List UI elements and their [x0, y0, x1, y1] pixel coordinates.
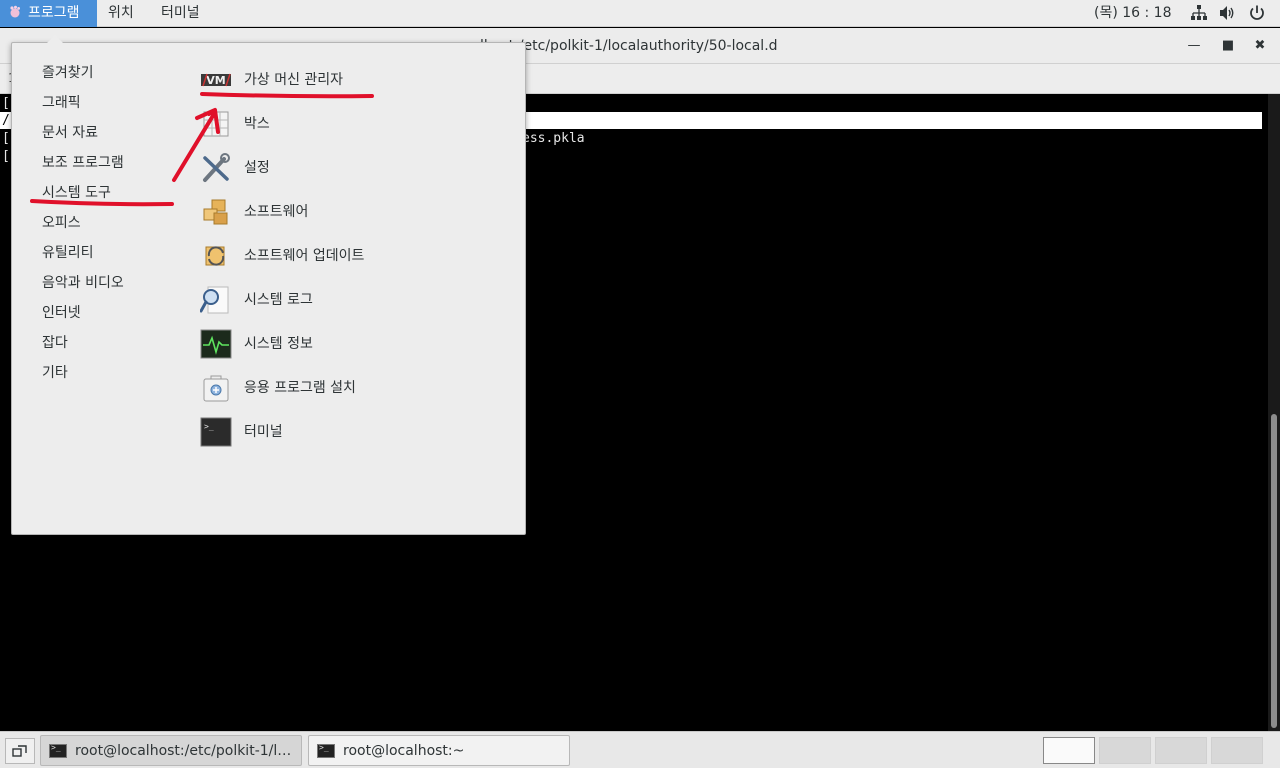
svg-text:VM: VM — [206, 74, 225, 87]
workspace-2[interactable] — [1099, 737, 1151, 764]
app-label: 박스 — [244, 116, 270, 132]
category-accessories[interactable]: 보조 프로그램 — [42, 151, 124, 175]
app-boxes[interactable]: 박스 — [200, 107, 510, 141]
app-label: 소프트웨어 업데이트 — [244, 248, 365, 264]
app-settings[interactable]: 설정 — [200, 151, 510, 185]
taskbar-item-label: root@localhost:/etc/polkit-1/localauthor… — [75, 743, 297, 759]
terminal-icon: >_ — [200, 417, 232, 447]
terminal-line: [ — [2, 149, 10, 164]
settings-icon — [203, 153, 230, 182]
app-system-log[interactable]: 시스템 로그 — [200, 283, 510, 317]
app-menu-terminal[interactable]: 터미널 — [151, 0, 210, 27]
category-documents[interactable]: 문서 자료 — [42, 121, 98, 145]
app-install-icon — [203, 375, 229, 402]
boxes-icon — [203, 111, 229, 137]
category-favorites[interactable]: 즐겨찾기 — [42, 61, 94, 85]
app-software-update[interactable]: 소프트웨어 업데이트 — [200, 239, 510, 273]
terminal-line: / — [2, 113, 10, 128]
terminal-filename-fragment: ess.pkla — [522, 131, 585, 146]
app-label: 설정 — [244, 160, 270, 176]
applications-menu-label: 프로그램 — [28, 5, 80, 21]
terminal-line: [ — [2, 96, 10, 111]
taskbar-item-label: root@localhost:~ — [343, 743, 465, 759]
power-icon[interactable] — [1248, 4, 1266, 22]
taskbar-item-terminal-2[interactable]: root@localhost:~ — [308, 735, 570, 766]
volume-icon[interactable] — [1218, 4, 1236, 22]
category-graphics[interactable]: 그래픽 — [42, 91, 81, 115]
system-log-icon — [200, 286, 229, 314]
app-system-monitor[interactable]: 시스템 정보 — [200, 327, 510, 361]
svg-text:>_: >_ — [204, 422, 214, 431]
places-menu-button[interactable]: 위치 — [98, 0, 144, 27]
app-terminal[interactable]: >_ 터미널 — [200, 415, 510, 449]
minimize-button[interactable]: — — [1184, 36, 1204, 56]
software-icon — [203, 199, 228, 225]
app-virt-manager[interactable]: VM 가상 머신 관리자 — [200, 63, 510, 97]
top-panel: 프로그램 위치 터미널 (목) 16 : 18 — [0, 0, 1280, 27]
category-office[interactable]: 오피스 — [42, 211, 81, 235]
software-update-icon — [205, 246, 225, 266]
bottom-panel: root@localhost:/etc/polkit-1/localauthor… — [0, 731, 1280, 768]
app-label: 가상 머신 관리자 — [244, 72, 344, 88]
system-monitor-icon — [200, 329, 232, 359]
category-system-tools[interactable]: 시스템 도구 — [42, 181, 111, 205]
dropdown-arrow — [47, 35, 63, 43]
app-label: 시스템 로그 — [244, 292, 313, 308]
network-icon[interactable] — [1190, 4, 1208, 22]
terminal-icon — [49, 743, 67, 758]
maximize-button[interactable]: ■ — [1218, 36, 1238, 56]
applications-menu-button[interactable]: 프로그램 — [0, 0, 97, 27]
workspace-3[interactable] — [1155, 737, 1207, 764]
category-sound-video[interactable]: 음악과 비디오 — [42, 271, 124, 295]
gnome-foot-icon — [10, 5, 20, 18]
applications-dropdown: 즐겨찾기 그래픽 문서 자료 보조 프로그램 시스템 도구 오피스 유틸리티 음… — [11, 35, 526, 535]
terminal-scrollbar[interactable] — [1268, 94, 1280, 731]
workspace-1[interactable] — [1043, 737, 1095, 764]
show-desktop-icon[interactable] — [5, 738, 35, 764]
category-utilities[interactable]: 유틸리티 — [42, 241, 94, 265]
app-software[interactable]: 소프트웨어 — [200, 195, 510, 229]
app-install[interactable]: 응용 프로그램 설치 — [200, 371, 510, 405]
taskbar-item-terminal-1[interactable]: root@localhost:/etc/polkit-1/localauthor… — [40, 735, 302, 766]
category-other[interactable]: 기타 — [42, 361, 68, 385]
virt-manager-icon: VM — [201, 73, 231, 87]
app-label: 시스템 정보 — [244, 336, 313, 352]
close-button[interactable]: ✖ — [1250, 36, 1270, 56]
app-label: 소프트웨어 — [244, 204, 309, 220]
workspace-4[interactable] — [1211, 737, 1263, 764]
category-sundry[interactable]: 잡다 — [42, 331, 68, 355]
clock[interactable]: (목) 16 : 18 — [1086, 0, 1180, 27]
category-internet[interactable]: 인터넷 — [42, 301, 81, 325]
terminal-icon — [317, 743, 335, 758]
terminal-line: [ — [2, 131, 10, 146]
scrollbar-thumb[interactable] — [1271, 414, 1277, 728]
app-label: 터미널 — [244, 424, 283, 440]
app-label: 응용 프로그램 설치 — [244, 380, 356, 396]
